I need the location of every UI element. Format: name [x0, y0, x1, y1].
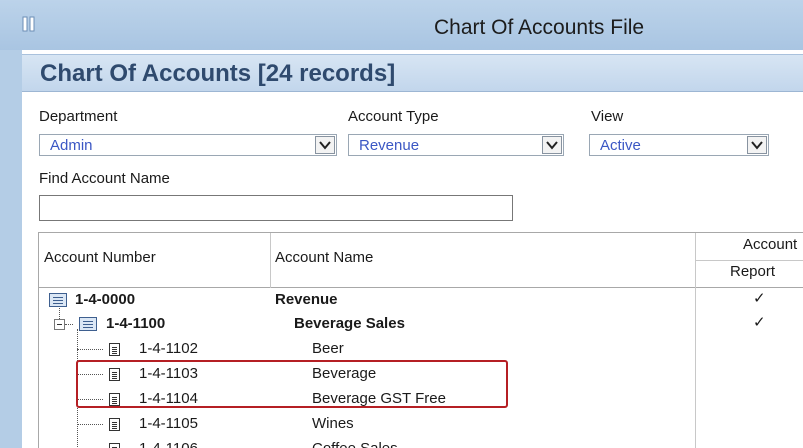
main-window: Chart Of Accounts [24 records] Departmen…: [22, 50, 803, 448]
view-label: View: [591, 108, 624, 125]
chevron-down-icon: [319, 141, 331, 150]
account-type-value: Revenue: [359, 137, 420, 154]
table-row[interactable]: 1-4-1106 Coffee Sales: [39, 438, 695, 448]
account-number: 1-4-1100: [106, 315, 166, 332]
department-select[interactable]: Admin: [39, 134, 337, 156]
highlight-box: [76, 360, 508, 408]
header-band: Chart Of Accounts [24 records]: [22, 54, 803, 92]
column-header-account-name[interactable]: Account Name: [275, 249, 373, 266]
table-row[interactable]: 1-4-1100 Beverage Sales: [39, 313, 695, 336]
title-bar: Chart Of Accounts File: [0, 0, 803, 50]
column-divider: [695, 233, 696, 448]
column-header-report[interactable]: Report: [730, 263, 775, 280]
account-icon: [109, 343, 120, 356]
account-name: Beer: [312, 340, 344, 357]
page-title: Chart Of Accounts [24 records]: [40, 60, 396, 87]
collapse-icon[interactable]: [54, 319, 65, 330]
department-dropdown-button[interactable]: [315, 136, 335, 154]
account-number: 1-4-0000: [75, 291, 136, 308]
find-account-label: Find Account Name: [39, 170, 170, 187]
find-account-input[interactable]: [39, 195, 513, 221]
table-row[interactable]: 1-4-0000 Revenue: [39, 289, 695, 312]
account-number: 1-4-1105: [139, 415, 198, 432]
chevron-down-icon: [751, 141, 763, 150]
account-icon: [109, 418, 120, 431]
view-select[interactable]: Active: [589, 134, 769, 156]
department-label: Department: [39, 108, 118, 125]
account-name: Wines: [312, 415, 354, 432]
column-group-header-account: Account: [743, 236, 798, 253]
window-title: Chart Of Accounts File: [434, 16, 645, 39]
table-row[interactable]: 1-4-1102 Beer: [39, 338, 695, 361]
account-group-icon: [49, 293, 67, 307]
report-check-icon: ✓: [753, 290, 766, 307]
account-type-label: Account Type: [348, 108, 439, 125]
account-icon: [109, 443, 120, 448]
account-number: 1-4-1106: [139, 440, 198, 448]
account-group-icon: [79, 317, 97, 331]
view-value: Active: [600, 137, 641, 154]
table-row[interactable]: 1-4-1105 Wines: [39, 413, 695, 436]
report-check-icon: ✓: [753, 314, 766, 331]
account-name: Coffee Sales: [312, 440, 398, 448]
app-icon[interactable]: [22, 16, 36, 32]
window-frame: [0, 50, 22, 448]
department-value: Admin: [50, 137, 93, 154]
view-dropdown-button[interactable]: [747, 136, 767, 154]
account-number: 1-4-1102: [139, 340, 198, 357]
accounts-grid: Account Number Account Name Account Repo…: [38, 232, 803, 448]
column-divider: [270, 233, 271, 288]
account-name: Beverage Sales: [294, 315, 405, 332]
column-header-account-number[interactable]: Account Number: [44, 249, 156, 266]
grid-header-border: [39, 287, 803, 288]
account-type-dropdown-button[interactable]: [542, 136, 562, 154]
group-header-divider: [696, 260, 803, 261]
account-type-select[interactable]: Revenue: [348, 134, 564, 156]
account-name: Revenue: [275, 291, 338, 308]
chevron-down-icon: [546, 141, 558, 150]
